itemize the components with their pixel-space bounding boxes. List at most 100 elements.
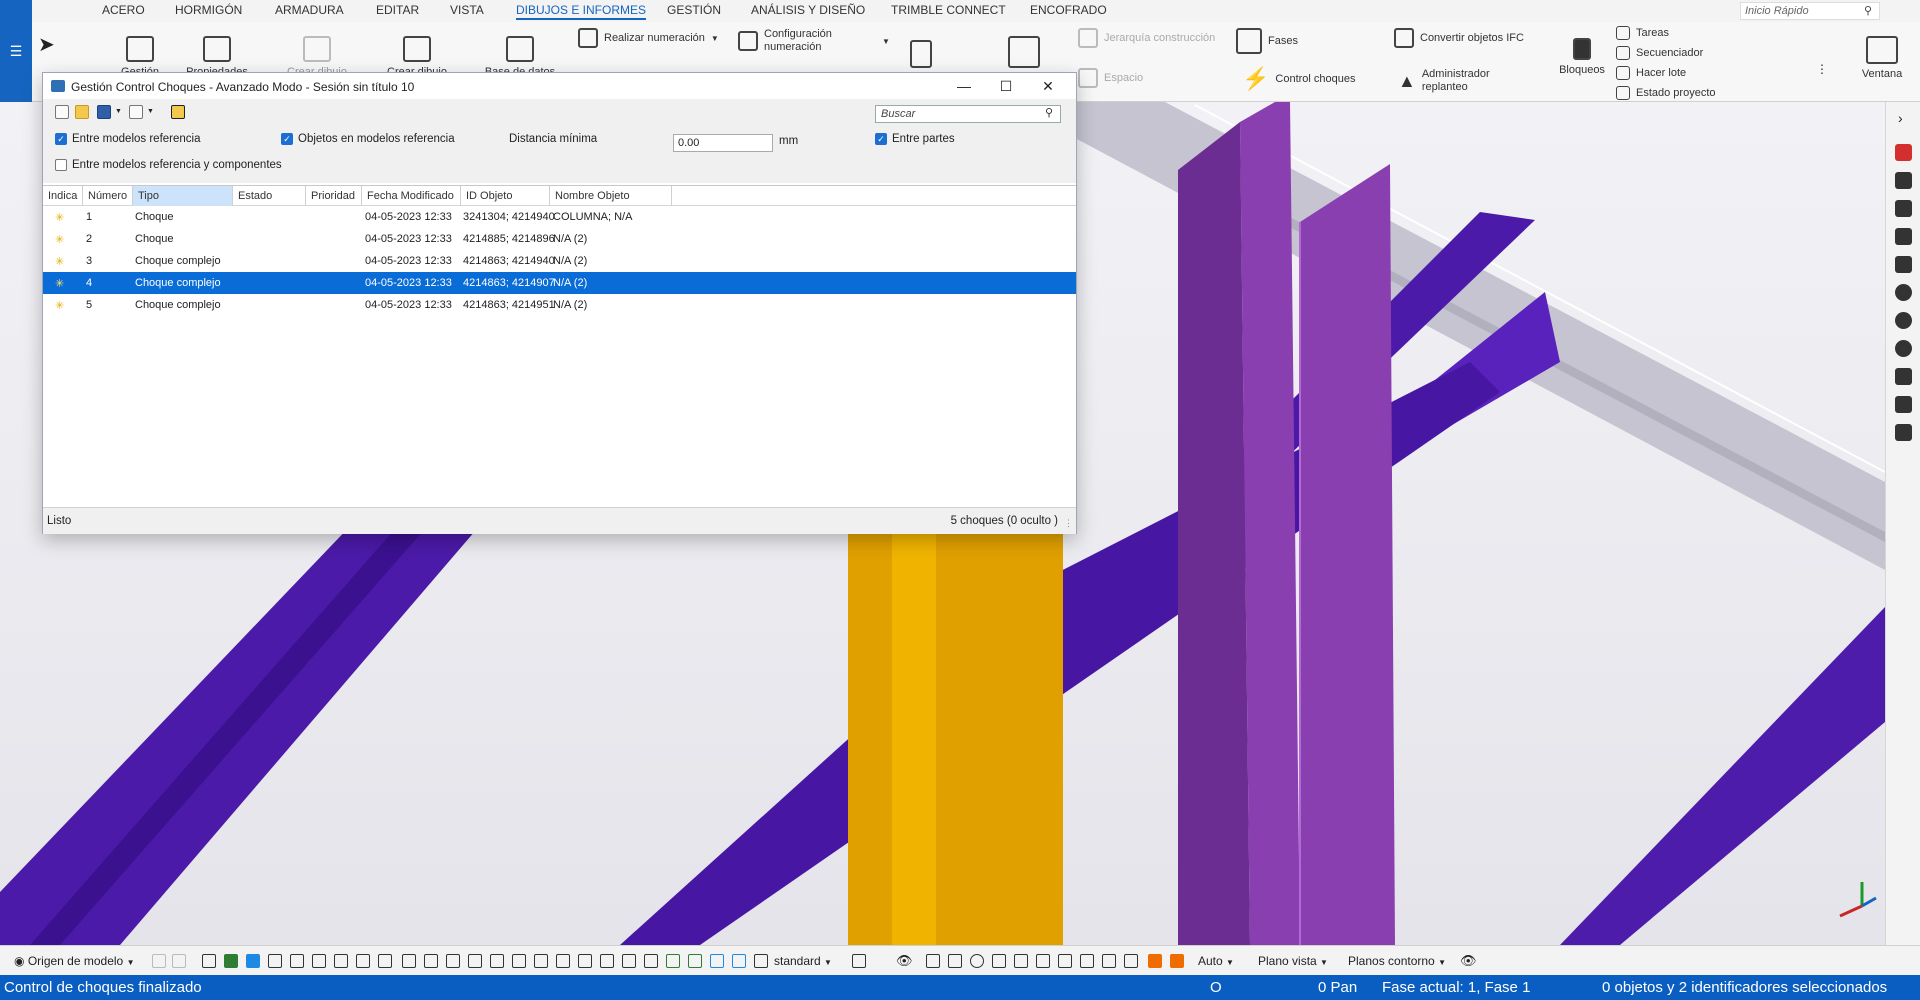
secuenciador-button[interactable]: Secuenciador — [1616, 46, 1703, 60]
col-id-objeto[interactable]: ID Objeto — [461, 186, 550, 206]
entre-partes-checkbox[interactable]: ✓ — [875, 133, 887, 145]
origin-select[interactable]: ◉ Origen de modelo ▼ — [14, 954, 134, 968]
save-icon[interactable] — [97, 105, 111, 119]
col-prioridad[interactable]: Prioridad — [306, 186, 362, 206]
snap-ext-icon[interactable] — [578, 954, 592, 968]
eye-icon[interactable]: 👁 — [896, 953, 913, 969]
objetos-modelos-referencia-option[interactable]: ✓ Objetos en modelos referencia — [281, 133, 455, 145]
view-orange-2-icon[interactable] — [1170, 954, 1184, 968]
select-welds-icon[interactable] — [334, 954, 348, 968]
snap-planes-icon[interactable] — [710, 954, 724, 968]
expand-icon[interactable]: › — [1898, 110, 1903, 126]
tab-acero[interactable]: ACERO — [102, 3, 145, 17]
select-objects-icon[interactable] — [290, 954, 304, 968]
tareas-button[interactable]: Tareas — [1616, 26, 1669, 40]
estado-proyecto-button[interactable]: Estado proyecto — [1616, 86, 1716, 100]
snap-plane-cut-icon[interactable] — [688, 954, 702, 968]
col-numero[interactable]: Número — [83, 186, 133, 206]
snap-grid-icon[interactable] — [152, 954, 166, 968]
export-icon[interactable] — [171, 105, 185, 119]
filter-select[interactable]: standard ▼ — [774, 954, 832, 968]
more-icon[interactable]: ⋮ — [1816, 62, 1828, 76]
snap-edge-icon[interactable] — [644, 954, 658, 968]
convertir-ifc-button[interactable]: Convertir objetos IFC — [1394, 28, 1524, 48]
snap-perp-icon[interactable] — [490, 954, 504, 968]
view-x-icon[interactable] — [1102, 954, 1116, 968]
view-orange-icon[interactable] — [1148, 954, 1162, 968]
col-fecha[interactable]: Fecha Modificado — [362, 186, 461, 206]
select-icon[interactable] — [202, 954, 216, 968]
cloud-icon[interactable] — [1895, 312, 1912, 329]
model-organizer-icon[interactable] — [1008, 36, 1040, 68]
snap-nearest-icon[interactable] — [534, 954, 548, 968]
snap-geom-icon[interactable] — [622, 954, 636, 968]
realizar-numeracion-button[interactable]: Realizar numeración ▼ — [578, 28, 719, 48]
snap-plane-grid-icon[interactable] — [732, 954, 746, 968]
view-circle-icon[interactable] — [970, 954, 984, 968]
view-arrow-icon[interactable] — [1124, 954, 1138, 968]
chevron-down-icon[interactable]: ▼ — [882, 37, 890, 46]
table-row[interactable]: ✳ 3 Choque complejo 04-05-2023 12:33 421… — [43, 250, 1076, 272]
tab-analisis-diseno[interactable]: ANÁLISIS Y DISEÑO — [751, 3, 865, 17]
tab-editar[interactable]: EDITAR — [376, 3, 419, 17]
link-icon[interactable] — [1895, 200, 1912, 217]
tab-trimble-connect[interactable]: TRIMBLE CONNECT — [891, 3, 1006, 17]
dialog-titlebar[interactable]: Gestión Control Choques - Avanzado Modo … — [43, 73, 1076, 99]
tab-dibujos-informes[interactable]: DIBUJOS E INFORMES — [516, 3, 647, 20]
document-icon[interactable] — [1895, 256, 1912, 273]
control-choques-button[interactable]: ⚡ Control choques — [1242, 66, 1356, 92]
search-input[interactable]: Buscar — [875, 105, 1061, 123]
col-nombre-objeto[interactable]: Nombre Objeto — [550, 186, 672, 206]
view-perp-icon[interactable] — [1058, 954, 1072, 968]
search-icon[interactable]: ⚲ — [1864, 4, 1872, 17]
col-indica[interactable]: Indica — [43, 186, 83, 206]
dialog-maximize-icon[interactable]: ☐ — [991, 76, 1021, 96]
search-icon[interactable]: ⚲ — [1045, 106, 1053, 119]
view-angle-icon[interactable] — [1036, 954, 1050, 968]
hacer-lote-button[interactable]: Hacer lote — [1616, 66, 1686, 80]
jerarquia-construccion-button[interactable]: Jerarquía construcción — [1078, 28, 1215, 48]
tab-vista[interactable]: VISTA — [450, 3, 484, 17]
select-assemblies-icon[interactable] — [246, 954, 260, 968]
fases-button[interactable]: Fases — [1236, 28, 1298, 54]
snap-plane-icon[interactable] — [172, 954, 186, 968]
objetos-modelos-referencia-checkbox[interactable]: ✓ — [281, 133, 293, 145]
distancia-minima-input[interactable]: 0.00 — [673, 134, 773, 152]
entre-partes-option[interactable]: ✓ Entre partes — [875, 133, 955, 145]
components-icon[interactable] — [1895, 396, 1912, 413]
view-triangle-icon[interactable] — [992, 954, 1006, 968]
tab-hormigon[interactable]: HORMIGÓN — [175, 3, 242, 17]
snap-cross-icon[interactable] — [424, 954, 438, 968]
print-icon[interactable] — [129, 105, 143, 119]
tab-encofrado[interactable]: ENCOFRADO — [1030, 3, 1107, 17]
entre-modelos-componentes-option[interactable]: Entre modelos referencia y componentes — [55, 159, 282, 171]
tag-icon[interactable] — [1895, 424, 1912, 441]
planos-contorno-select[interactable]: Planos contorno ▼ — [1348, 954, 1446, 968]
chevron-down-icon[interactable]: ▼ — [147, 108, 154, 115]
select-grids-icon[interactable] — [356, 954, 370, 968]
entre-modelos-referencia-option[interactable]: ✓ Entre modelos referencia — [55, 133, 200, 145]
cube-icon[interactable] — [1895, 368, 1912, 385]
ventana-button[interactable]: Ventana — [1854, 36, 1910, 80]
select-points-icon[interactable] — [378, 954, 392, 968]
entre-modelos-componentes-checkbox[interactable] — [55, 159, 67, 171]
entre-modelos-referencia-checkbox[interactable]: ✓ — [55, 133, 67, 145]
auto-select[interactable]: Auto ▼ — [1198, 954, 1234, 968]
configuracion-numeracion-button[interactable]: Configuración numeración ▼ — [738, 28, 890, 54]
view-frame-icon[interactable] — [948, 954, 962, 968]
chevron-down-icon[interactable]: ▼ — [115, 108, 122, 115]
select-lines-icon[interactable] — [312, 954, 326, 968]
report-icon[interactable] — [910, 40, 932, 68]
snap-mid-icon[interactable] — [446, 954, 460, 968]
col-estado[interactable]: Estado — [233, 186, 306, 206]
dialog-close-icon[interactable]: ✕ — [1033, 76, 1063, 96]
snap-center-icon[interactable] — [468, 954, 482, 968]
resize-grip-icon[interactable]: ⋮ — [1064, 518, 1073, 529]
chevron-down-icon[interactable]: ▼ — [711, 34, 719, 43]
catalog-icon[interactable] — [1895, 144, 1912, 161]
table-row[interactable]: ✳ 1 Choque 04-05-2023 12:33 3241304; 421… — [43, 206, 1076, 228]
snap-line-icon[interactable] — [512, 954, 526, 968]
snap-grid-line-icon[interactable] — [666, 954, 680, 968]
table-row[interactable]: ✳ 5 Choque complejo 04-05-2023 12:33 421… — [43, 294, 1076, 316]
plano-vista-select[interactable]: Plano vista ▼ — [1258, 954, 1328, 968]
